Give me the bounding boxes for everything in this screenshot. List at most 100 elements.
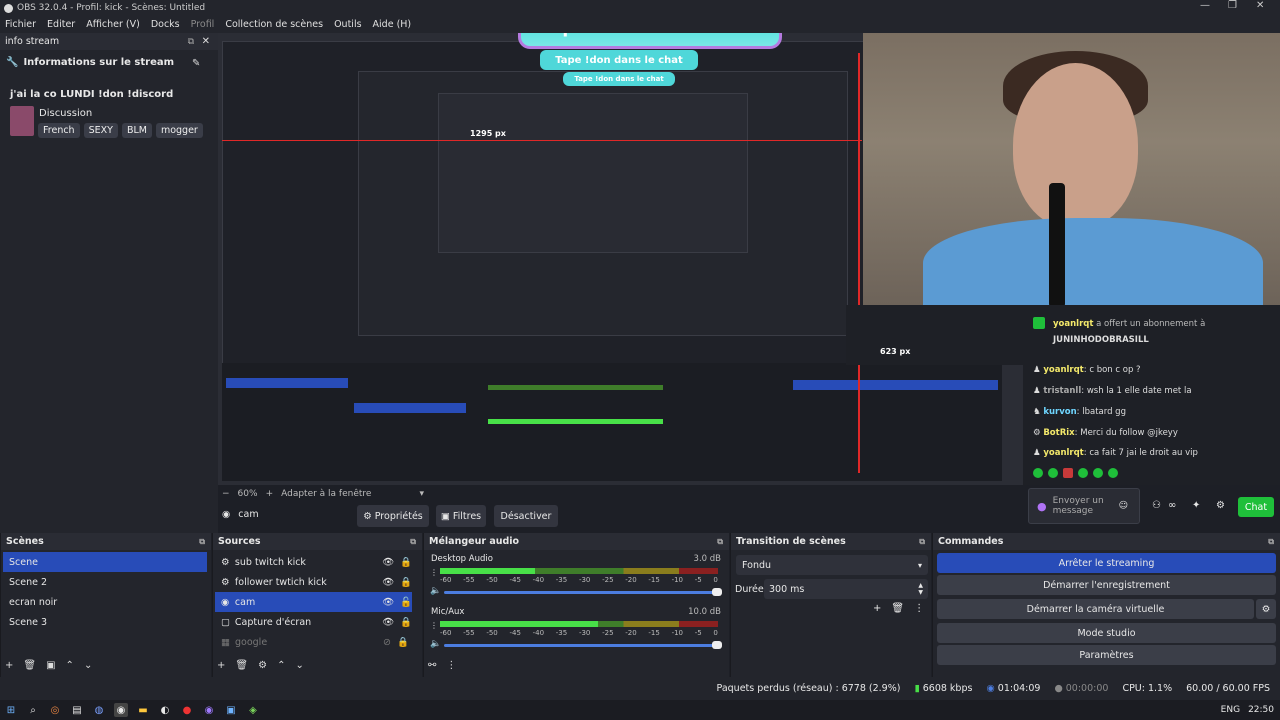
tray-language[interactable]: ENG xyxy=(1221,705,1240,715)
zoom-out-icon[interactable]: − xyxy=(222,489,230,499)
menu-edit[interactable]: Editer xyxy=(42,19,81,30)
tray-clock[interactable]: 22:50 xyxy=(1248,705,1274,715)
app-icon[interactable]: ◉ xyxy=(202,703,216,717)
menu-file[interactable]: Fichier xyxy=(0,19,42,30)
emote-icon[interactable] xyxy=(1063,468,1073,478)
add-icon[interactable]: + xyxy=(873,603,881,614)
filters-button[interactable]: ▣ Filtres xyxy=(436,505,486,527)
edit-pencil-icon[interactable]: ✎ xyxy=(192,58,200,69)
chevron-down-icon[interactable]: ⌄ xyxy=(295,660,303,671)
add-icon[interactable]: + xyxy=(217,660,225,671)
trash-icon[interactable]: 🗑 xyxy=(235,660,248,671)
emote-icon[interactable] xyxy=(1108,468,1118,478)
menu-dots-icon[interactable]: ⋮ xyxy=(914,603,924,614)
speaker-icon[interactable]: 🔈 xyxy=(430,639,441,649)
source-item[interactable]: ▢ Capture d'écran 👁 🔒 xyxy=(215,612,412,632)
link-icon[interactable]: ⚯ xyxy=(428,660,436,671)
close-dock-icon[interactable]: ✕ xyxy=(202,36,210,47)
channel-menu-icon[interactable]: ⋮ xyxy=(430,621,438,630)
start-recording-button[interactable]: Démarrer l'enregistrement xyxy=(937,575,1276,595)
emote-icon[interactable] xyxy=(1033,468,1043,478)
scene-item[interactable]: Scene xyxy=(3,552,207,572)
search-icon[interactable]: ⌕ xyxy=(26,703,40,717)
eye-icon[interactable]: 👁 xyxy=(382,617,394,628)
start-virtual-camera-button[interactable]: Démarrer la caméra virtuelle xyxy=(937,599,1254,619)
source-item[interactable]: ⚙ sub twitch kick 👁 🔒 xyxy=(215,552,412,572)
folder-icon[interactable]: ▬ xyxy=(136,703,150,717)
settings-icon[interactable]: ⚙ xyxy=(1216,500,1225,511)
eye-icon[interactable]: 👁 xyxy=(382,577,394,588)
float-dock-icon[interactable]: ⧉ xyxy=(199,537,205,547)
preview-canvas[interactable]: 1295 px Tape !don dans le chat Tape !don… xyxy=(218,33,1280,485)
minimize-button[interactable]: — xyxy=(1200,0,1210,11)
chrome-icon[interactable]: ◎ xyxy=(48,703,62,717)
discord-icon[interactable]: ◍ xyxy=(92,703,106,717)
volume-slider[interactable] xyxy=(444,591,718,594)
lock-icon[interactable]: 🔒 xyxy=(400,557,412,568)
obs-icon[interactable]: ◉ xyxy=(114,703,128,717)
channel-menu-icon[interactable]: ⋮ xyxy=(430,568,438,577)
float-dock-icon[interactable]: ⧉ xyxy=(188,37,194,47)
studio-mode-button[interactable]: Mode studio xyxy=(937,623,1276,643)
close-window-button[interactable]: ✕ xyxy=(1256,0,1264,11)
emoji-icon[interactable]: ☺ xyxy=(1119,501,1128,511)
settings-button[interactable]: Paramètres xyxy=(937,645,1276,665)
menu-view[interactable]: Afficher (V) xyxy=(81,19,146,30)
infinity-icon[interactable]: ∞ xyxy=(1168,500,1176,511)
spin-arrows-icon[interactable]: ▲ ▼ xyxy=(918,582,923,596)
app-icon[interactable]: ◈ xyxy=(246,703,260,717)
source-item[interactable]: ⚙ follower twtich kick 👁 🔒 xyxy=(215,572,412,592)
lock-icon[interactable]: 🔒 xyxy=(400,577,412,588)
fit-label[interactable]: Adapter à la fenêtre xyxy=(281,489,371,499)
menu-tools[interactable]: Outils xyxy=(329,19,367,30)
stop-streaming-button[interactable]: Arrêter le streaming xyxy=(937,553,1276,573)
zoom-in-icon[interactable]: + xyxy=(266,489,274,499)
volume-knob[interactable] xyxy=(712,641,722,649)
chevron-up-icon[interactable]: ⌃ xyxy=(277,660,285,671)
scene-item[interactable]: Scene 2 xyxy=(3,572,207,592)
eye-hidden-icon[interactable]: ⊘ xyxy=(383,637,391,648)
menu-help[interactable]: Aide (H) xyxy=(368,19,418,30)
chat-input[interactable]: ● Envoyer un message ☺ xyxy=(1028,488,1140,524)
source-item[interactable]: ◉ cam 👁 🔓 xyxy=(215,592,412,612)
app-icon[interactable]: ● xyxy=(180,703,194,717)
star-icon[interactable]: ✦ xyxy=(1192,500,1200,511)
app-icon[interactable]: ◐ xyxy=(158,703,172,717)
filter-icon[interactable]: ▣ xyxy=(46,660,55,671)
emote-icon[interactable] xyxy=(1093,468,1103,478)
trash-icon[interactable]: 🗑 xyxy=(891,603,904,614)
menu-scene-collection[interactable]: Collection de scènes xyxy=(220,19,329,30)
eye-icon[interactable]: 👁 xyxy=(382,557,394,568)
scene-item[interactable]: Scene 3 xyxy=(3,612,207,632)
properties-button[interactable]: ⚙ Propriétés xyxy=(357,505,429,527)
float-dock-icon[interactable]: ⧉ xyxy=(1268,537,1274,547)
speaker-icon[interactable]: 🔈 xyxy=(430,586,441,596)
float-dock-icon[interactable]: ⧉ xyxy=(717,537,723,547)
chevron-down-icon[interactable]: ⌄ xyxy=(84,660,92,671)
menu-profile[interactable]: Profil xyxy=(186,19,221,30)
duration-spinbox[interactable]: 300 ms ▲ ▼ xyxy=(764,579,928,599)
menu-docks[interactable]: Docks xyxy=(146,19,186,30)
volume-slider[interactable] xyxy=(444,644,718,647)
transition-select[interactable]: Fondu ▾ xyxy=(736,555,928,575)
float-dock-icon[interactable]: ⧉ xyxy=(410,537,416,547)
windows-start-icon[interactable]: ⊞ xyxy=(4,703,18,717)
emote-icon[interactable] xyxy=(1078,468,1088,478)
app-icon[interactable]: ▣ xyxy=(224,703,238,717)
source-item[interactable]: ▦ google ⊘ 🔒 xyxy=(215,632,412,652)
unlock-icon[interactable]: 🔓 xyxy=(400,597,412,608)
chevron-down-icon[interactable]: ▾ xyxy=(419,489,424,499)
deactivate-button[interactable]: Désactiver xyxy=(494,505,558,527)
emote-icon[interactable] xyxy=(1048,468,1058,478)
scene-item[interactable]: ecran noir xyxy=(3,592,207,612)
app-icon[interactable]: ▤ xyxy=(70,703,84,717)
lock-icon[interactable]: 🔒 xyxy=(400,617,412,628)
add-icon[interactable]: + xyxy=(5,660,13,671)
trash-icon[interactable]: 🗑 xyxy=(23,660,36,671)
gear-icon[interactable]: ⚙ xyxy=(258,660,267,671)
menu-dots-icon[interactable]: ⋮ xyxy=(446,660,456,671)
float-dock-icon[interactable]: ⧉ xyxy=(919,537,925,547)
maximize-button[interactable]: ❐ xyxy=(1228,0,1237,11)
chevron-up-icon[interactable]: ⌃ xyxy=(66,660,74,671)
eye-icon[interactable]: 👁 xyxy=(382,597,394,608)
